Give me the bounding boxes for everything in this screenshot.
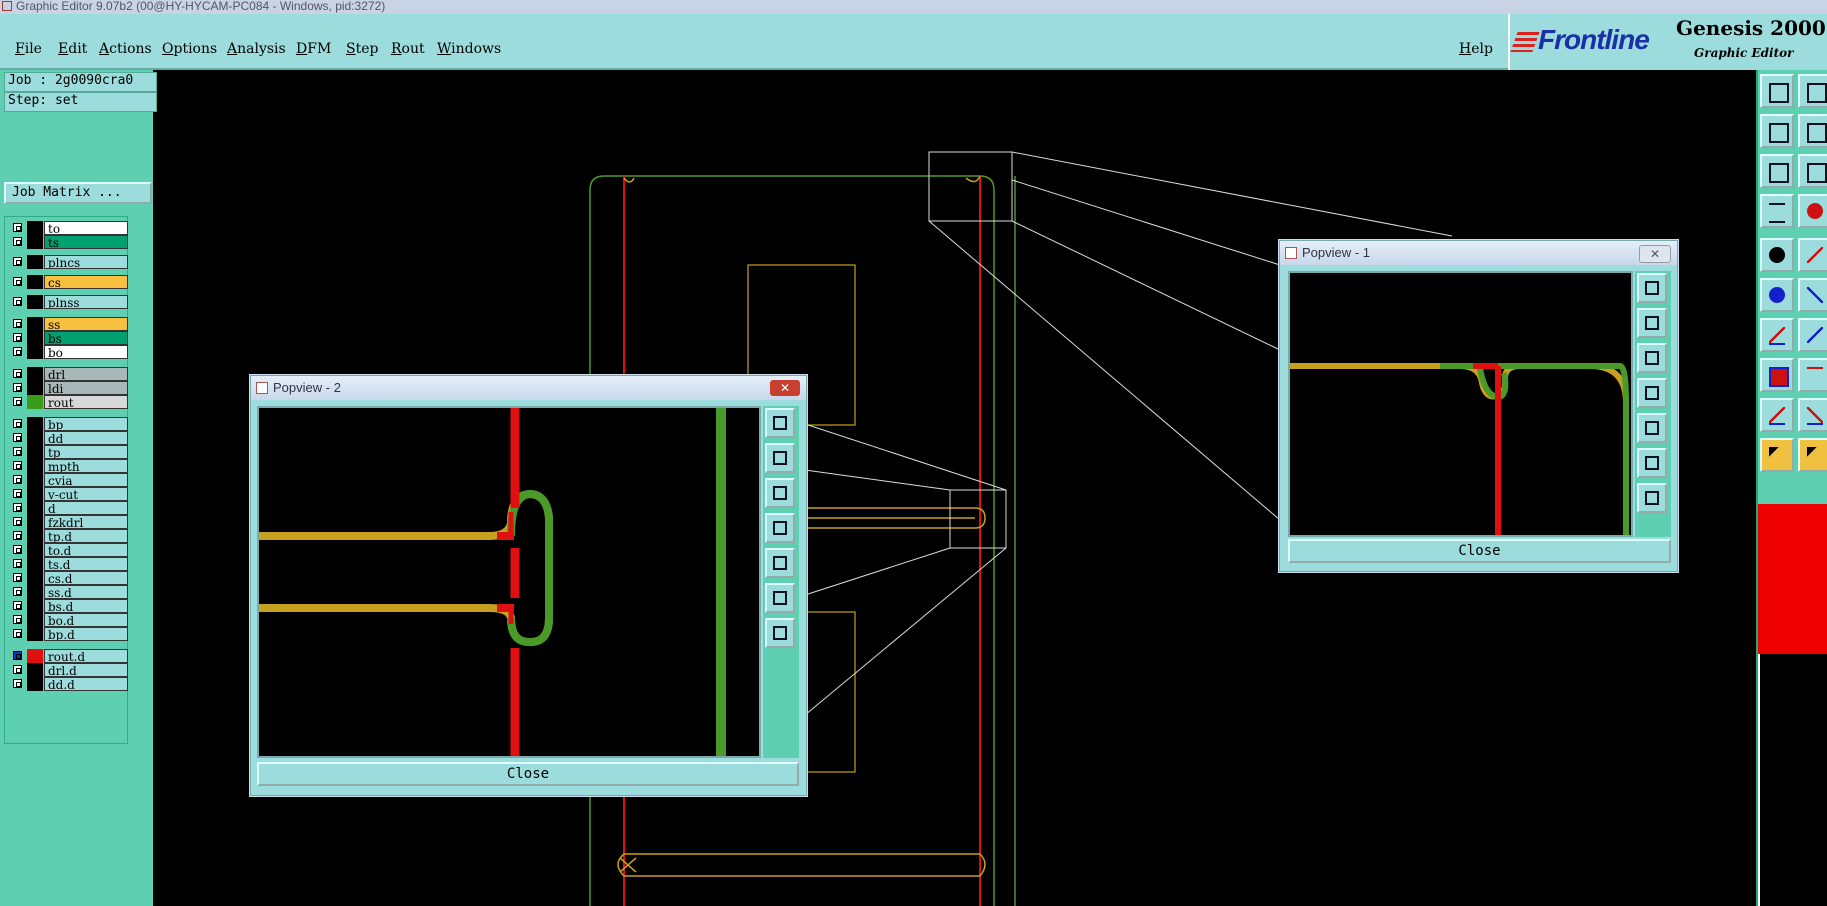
triangle-icon (1769, 407, 1785, 425)
popview-1-zoom-out-button[interactable] (1637, 448, 1667, 478)
line-tool-button[interactable] (1798, 238, 1827, 272)
app-icon (256, 382, 268, 394)
zoom-box-1 (928, 151, 1013, 222)
popview-2-window: Popview - 2 ✕ Close (250, 375, 807, 796)
popview-1-close-button[interactable]: Close (1288, 539, 1671, 563)
pan-right-icon (1645, 421, 1659, 435)
popview-2-pan-up-button[interactable] (765, 443, 795, 473)
zoom-in-icon (1645, 491, 1659, 505)
popview2-connectors (804, 423, 1007, 716)
triangle-alt-tool-button[interactable] (1798, 398, 1827, 432)
zoom-out-icon (773, 591, 787, 605)
popview-2-drawing (259, 408, 726, 756)
cross-icon (1807, 287, 1823, 303)
pan-left-icon (773, 521, 787, 535)
angle-icon (1769, 327, 1785, 345)
select-box-icon (1769, 367, 1789, 387)
zoom-out-icon (1645, 456, 1659, 470)
zoom-fit-icon (1769, 163, 1789, 183)
pan-icon (1807, 83, 1827, 103)
zoom-icon (773, 416, 787, 430)
angle-tool-button[interactable] (1760, 318, 1794, 352)
popview-2-titlebar: Popview - 2 (251, 376, 806, 400)
bottom-slot (617, 853, 986, 877)
triangle-tool-button[interactable] (1760, 398, 1794, 432)
pan-down-icon (773, 486, 787, 500)
middle-tab (800, 507, 986, 529)
node-tool-button[interactable] (1760, 278, 1794, 312)
snap-icon (1807, 203, 1823, 219)
app-icon (1285, 247, 1297, 259)
popview-2-zoom-button[interactable] (765, 408, 795, 438)
popview-2-zoom-out-button[interactable] (765, 583, 795, 613)
window-icon (1807, 123, 1827, 143)
zoom-fit-tool-button[interactable] (1760, 154, 1794, 188)
pan-right-icon (773, 556, 787, 570)
pointer-tool-button[interactable] (1760, 438, 1794, 472)
popview-1-pan-up-button[interactable] (1637, 308, 1667, 338)
popview-1-zoom-in-button[interactable] (1637, 483, 1667, 513)
zoom-home-tool-button[interactable] (1798, 154, 1827, 188)
pointer-arrow-icon (1769, 447, 1785, 463)
popview-1-window: Popview - 1 ✕ Close (1279, 240, 1678, 572)
popview-1-pan-right-button[interactable] (1637, 413, 1667, 443)
popview-2-close-x-button[interactable]: ✕ (770, 380, 800, 396)
open-tool-button[interactable] (1760, 74, 1794, 108)
window-icon (1769, 123, 1789, 143)
zoom-home-icon (1807, 163, 1827, 183)
mini-map-red-area (1758, 504, 1827, 654)
zoom-box-2 (949, 489, 1007, 549)
slope-icon (1807, 327, 1823, 343)
popview-1-zoom-button[interactable] (1637, 273, 1667, 303)
popview-2-toolbar (763, 406, 799, 758)
popview-2-pan-right-button[interactable] (765, 548, 795, 578)
pointer-arrow-icon (1807, 447, 1823, 463)
dash-icon (1807, 367, 1823, 385)
pan-up-icon (1645, 316, 1659, 330)
popview-1-close-x-button[interactable]: ✕ (1639, 245, 1671, 263)
zoom-icon (1645, 281, 1659, 295)
popview-2-canvas[interactable] (257, 406, 761, 758)
node-icon (1769, 287, 1785, 303)
popview-2-close-button[interactable]: Close (257, 762, 799, 786)
triangle-icon (1807, 407, 1823, 425)
cross-tool-button[interactable] (1798, 278, 1827, 312)
mini-map-black-area (1758, 654, 1827, 906)
popview-2-zoom-in-button[interactable] (765, 618, 795, 648)
open-icon (1769, 83, 1789, 103)
slope-tool-button[interactable] (1798, 318, 1827, 352)
pad-icon (1769, 247, 1785, 263)
measure-icon (1769, 203, 1785, 223)
window-right-tool-button[interactable] (1798, 114, 1827, 148)
popview-1-title: Popview - 1 (1302, 245, 1370, 260)
measure-tool-button[interactable] (1760, 194, 1794, 228)
popview-1-pan-left-button[interactable] (1637, 378, 1667, 408)
top-slot (623, 175, 981, 183)
popview-2-pan-left-button[interactable] (765, 513, 795, 543)
pan-left-icon (1645, 386, 1659, 400)
zoom-in-icon (773, 626, 787, 640)
popview-1-titlebar: Popview - 1 (1280, 241, 1677, 265)
popview-1-drawing (1290, 363, 1629, 535)
popview-1-pan-down-button[interactable] (1637, 343, 1667, 373)
pan-up-icon (773, 451, 787, 465)
select-box-tool-button[interactable] (1760, 358, 1794, 392)
popview-1-toolbar (1635, 271, 1671, 537)
popview-2-pan-down-button[interactable] (765, 478, 795, 508)
pan-right-tool-button[interactable] (1798, 74, 1827, 108)
snap-tool-button[interactable] (1798, 194, 1827, 228)
popview-1-canvas[interactable] (1288, 271, 1633, 537)
popview-2-title: Popview - 2 (273, 380, 341, 395)
line-icon (1807, 247, 1823, 263)
pad-tool-button[interactable] (1760, 238, 1794, 272)
pointer-alt-tool-button[interactable] (1798, 438, 1827, 472)
pan-down-icon (1645, 351, 1659, 365)
window-left-tool-button[interactable] (1760, 114, 1794, 148)
dash-tool-button[interactable] (1798, 358, 1827, 392)
